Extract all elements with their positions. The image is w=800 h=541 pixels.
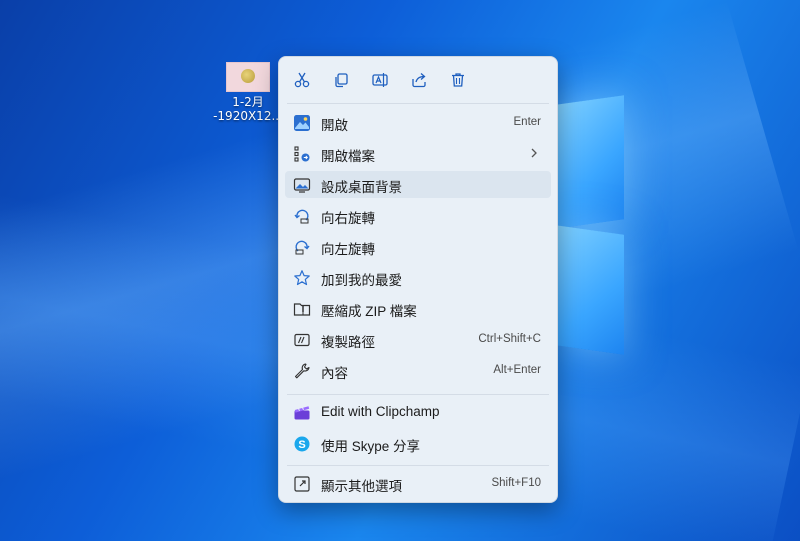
menu-item-show-more-options[interactable]: 顯示其他選項 Shift+F10	[285, 470, 551, 497]
copy-path-icon	[294, 333, 310, 347]
copy-icon	[335, 73, 348, 88]
menu-item-shortcut: Enter	[513, 116, 542, 128]
menu-item-label: 設成桌面背景	[321, 180, 402, 195]
menu-item-shortcut: Ctrl+Shift+C	[478, 333, 541, 345]
copy-button[interactable]	[327, 67, 355, 93]
menu-separator	[287, 465, 549, 466]
clipchamp-icon	[294, 406, 310, 420]
menu-item-rotate-right[interactable]: 向右旋轉	[285, 202, 551, 229]
menu-item-label: 內容	[321, 366, 348, 381]
menu-item-copy-path[interactable]: 複製路徑 Ctrl+Shift+C	[285, 326, 551, 353]
file-name-line2: -1920X12...	[213, 109, 283, 123]
menu-item-open-with[interactable]: 開啟檔案	[285, 140, 551, 167]
svg-text:S: S	[298, 439, 305, 451]
menu-item-label: Edit with Clipchamp	[321, 404, 440, 419]
menu-item-shortcut: Alt+Enter	[493, 364, 541, 376]
skype-icon: S	[294, 436, 310, 452]
menu-item-label: 加到我的最愛	[321, 273, 402, 288]
menu-separator	[287, 103, 549, 104]
menu-item-label: 開啟	[321, 118, 348, 133]
menu-item-label: 壓縮成 ZIP 檔案	[321, 304, 417, 319]
scissors-icon	[294, 72, 310, 88]
menu-item-rotate-left[interactable]: 向左旋轉	[285, 233, 551, 260]
share-icon	[412, 73, 426, 88]
wallpaper-logo-pane	[556, 225, 624, 355]
more-options-icon	[294, 476, 310, 492]
zip-folder-icon	[293, 303, 311, 316]
menu-item-open[interactable]: 開啟 Enter	[285, 109, 551, 136]
cut-button[interactable]	[288, 67, 316, 93]
delete-button[interactable]	[444, 67, 472, 93]
rename-button[interactable]	[366, 67, 394, 93]
menu-item-properties[interactable]: 內容 Alt+Enter	[285, 357, 551, 384]
wallpaper-icon	[293, 178, 311, 193]
chevron-right-icon	[531, 148, 537, 158]
menu-item-add-favorites[interactable]: 加到我的最愛	[285, 264, 551, 291]
context-menu: 開啟 Enter 開啟檔案 設成桌面背景 向右旋轉 向左旋轉 加到我的最愛 壓縮…	[278, 56, 558, 503]
share-button[interactable]	[405, 67, 433, 93]
menu-item-label: 複製路徑	[321, 335, 375, 350]
menu-separator	[287, 394, 549, 395]
menu-item-set-wallpaper[interactable]: 設成桌面背景	[285, 171, 551, 198]
desktop-file-icon[interactable]: 1-2月 -1920X12...	[212, 62, 284, 123]
trash-icon	[452, 73, 464, 87]
photos-app-icon	[294, 115, 310, 131]
wrench-icon	[294, 363, 310, 379]
rotate-right-icon	[294, 209, 309, 224]
menu-item-shortcut: Shift+F10	[491, 477, 541, 489]
star-icon	[294, 270, 310, 286]
menu-item-label: 顯示其他選項	[321, 479, 402, 494]
open-with-icon	[294, 146, 310, 162]
menu-item-label: 向右旋轉	[321, 211, 375, 226]
image-thumbnail	[226, 62, 270, 92]
menu-item-label: 使用 Skype 分享	[321, 439, 421, 454]
file-name-line1: 1-2月	[232, 95, 264, 109]
menu-item-share-skype[interactable]: S 使用 Skype 分享	[285, 430, 551, 457]
rotate-left-icon	[295, 240, 310, 255]
menu-item-label: 開啟檔案	[321, 149, 375, 164]
wallpaper-logo-pane	[556, 95, 624, 229]
menu-item-label: 向左旋轉	[321, 242, 375, 257]
menu-item-edit-clipchamp[interactable]: Edit with Clipchamp	[285, 399, 551, 426]
menu-item-compress-zip[interactable]: 壓縮成 ZIP 檔案	[285, 295, 551, 322]
context-menu-toolbar	[279, 57, 557, 103]
rename-icon	[372, 73, 388, 87]
